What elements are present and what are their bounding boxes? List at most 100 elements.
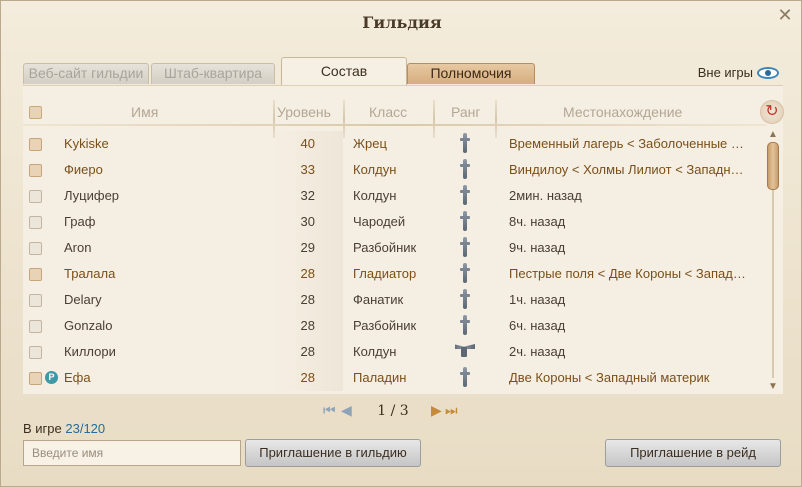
member-rank [455,367,475,390]
member-level: 28 [300,344,315,359]
member-location: 1ч. назад [509,292,566,307]
member-name: Kykiske [64,136,109,151]
next-page-icon[interactable]: ▶ [431,403,442,419]
member-class: Колдун [353,188,397,203]
first-page-icon[interactable]: ⏮ [323,403,336,419]
online-count-value: 23/120 [65,421,106,436]
member-row[interactable]: Delary 28 Фанатик 1ч. назад [23,287,767,313]
invite-guild-button[interactable]: Приглашение в гильдию [245,439,421,467]
member-name: Gonzalo [64,318,113,333]
member-level: 30 [300,214,315,229]
online-count-label: В игре [23,421,62,436]
member-class: Паладин [353,370,407,385]
member-level: 29 [300,240,315,255]
header-divider [23,124,767,126]
eye-icon [757,66,779,79]
member-rank [455,289,475,312]
member-row[interactable]: Граф 30 Чародей 8ч. назад [23,209,767,235]
member-row[interactable]: Фиеро 33 Колдун Виндилоу < Холмы Лилиот < З… [23,157,767,183]
member-location: 9ч. назад [509,240,566,255]
scroll-down-icon[interactable]: ▼ [767,382,779,392]
member-location: 6ч. назад [509,318,566,333]
member-location: 2мин. назад [509,188,582,203]
member-location: Пестрые поля < Две Короны < Западны… [509,266,751,281]
name-input[interactable] [23,440,241,466]
pagination: ⏮ ◀ 1 / 3 ▶ ⏭ [323,401,463,421]
member-class: Фанатик [353,292,404,307]
column-header-class[interactable]: Класс [369,104,407,120]
tab-website[interactable]: Веб-сайт гильдии [23,63,149,84]
member-table: Имя Уровень Класс Ранг Местонахождение ↻… [23,85,784,394]
member-row[interactable]: Киллори 28 Колдун 2ч. назад [23,339,767,365]
online-count: В игре 23/120 [23,421,105,436]
select-all-checkbox[interactable] [29,106,42,119]
member-name: Тралала [64,266,116,281]
member-class: Разбойник [353,318,417,333]
member-name: Фиеро [64,162,103,177]
member-level: 32 [300,188,315,203]
rank-officer-eagle-icon [455,341,475,357]
rank-member-icon [460,185,470,205]
member-class: Жрец [353,136,387,151]
member-location: Временный лагерь < Заболоченные ни… [509,136,751,151]
close-icon[interactable]: ✕ [777,6,793,24]
column-header-rank[interactable]: Ранг [451,104,481,120]
member-checkbox[interactable] [29,190,42,203]
table-header: Имя Уровень Класс Ранг Местонахождение [23,100,783,138]
member-checkbox[interactable] [29,268,42,281]
member-rank [455,341,475,360]
member-checkbox[interactable] [29,164,42,177]
scroll-up-icon[interactable]: ▲ [767,130,779,140]
member-level: 40 [300,136,315,151]
member-name: Delary [64,292,102,307]
member-level: 33 [300,162,315,177]
rank-member-icon [460,315,470,335]
member-checkbox[interactable] [29,320,42,333]
member-level: 28 [300,266,315,281]
member-row[interactable]: Kykiske 40 Жрец Временный лагерь < Заболоче… [23,131,767,157]
member-location: Две Короны < Западный материк [509,370,710,385]
member-checkbox[interactable] [29,372,42,385]
member-class: Колдун [353,162,397,177]
member-class: Разбойник [353,240,417,255]
member-checkbox[interactable] [29,294,42,307]
column-header-location[interactable]: Местонахождение [563,104,682,120]
member-rank [455,237,475,260]
tab-permissions[interactable]: Полномочия [407,63,535,84]
member-class: Чародей [353,214,406,229]
tab-headquarters[interactable]: Штаб-квартира [151,63,275,84]
member-level: 28 [300,292,315,307]
rank-member-icon [460,367,470,387]
member-checkbox[interactable] [29,216,42,229]
column-header-level[interactable]: Уровень [277,104,331,120]
member-row[interactable]: Тралала 28 Гладиатор Пестрые поля < Две Кор… [23,261,767,287]
member-row[interactable]: P Ефа 28 Паладин Две Короны < Западный матер… [23,365,767,391]
prev-page-icon[interactable]: ◀ [341,403,352,419]
member-level: 28 [300,370,315,385]
member-row[interactable]: Луцифер 32 Колдун 2мин. назад [23,183,767,209]
show-offline-toggle[interactable]: Вне игры [698,65,779,80]
rank-member-icon [460,211,470,231]
member-row[interactable]: Aron 29 Разбойник 9ч. назад [23,235,767,261]
member-name: Луцифер [64,188,120,203]
member-checkbox[interactable] [29,138,42,151]
member-row[interactable]: Gonzalo 28 Разбойник 6ч. назад [23,313,767,339]
last-page-icon[interactable]: ⏭ [445,403,458,419]
member-scrollbar[interactable]: ▲ ▼ [767,130,779,392]
member-checkbox[interactable] [29,346,42,359]
column-header-name[interactable]: Имя [131,104,158,120]
member-rank [455,315,475,338]
member-name: Граф [64,214,96,229]
tab-roster[interactable]: Состав [281,57,407,85]
rank-member-icon [460,237,470,257]
refresh-icon[interactable]: ↻ [760,100,784,124]
member-rank [455,263,475,286]
scroll-thumb[interactable] [767,142,779,190]
page-indicator: 1 / 3 [377,403,409,419]
member-checkbox[interactable] [29,242,42,255]
member-rank [455,211,475,234]
invite-raid-button[interactable]: Приглашение в рейд [605,439,781,467]
member-class: Колдун [353,344,397,359]
member-location: 8ч. назад [509,214,566,229]
member-name: Киллори [64,344,116,359]
